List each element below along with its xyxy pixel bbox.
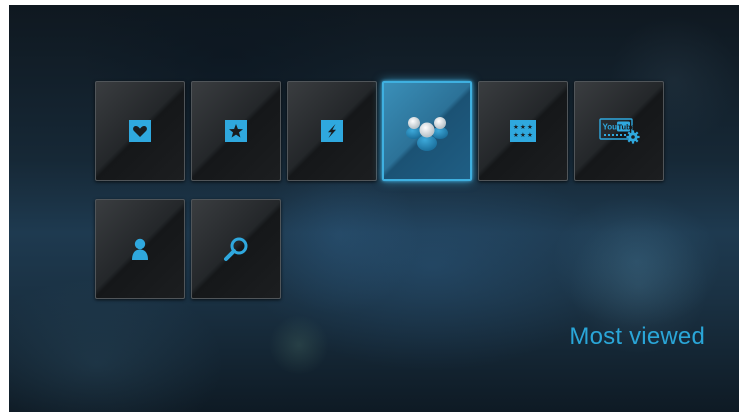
selected-item-label: Most viewed [569, 323, 705, 350]
svg-text:★: ★ [527, 123, 533, 131]
stars-grid-icon: ★ ★ ★ ★ ★ ★ [510, 120, 536, 142]
youtube-logo-you: You [603, 123, 618, 132]
background-bokeh [269, 315, 329, 375]
heart-icon [129, 120, 151, 142]
person-icon [132, 238, 148, 260]
svg-text:★: ★ [513, 123, 519, 131]
tile-featured[interactable] [191, 81, 281, 181]
users-group-icon [406, 117, 448, 151]
lightning-icon [321, 120, 343, 142]
star-icon [225, 120, 247, 142]
svg-text:★: ★ [520, 131, 526, 139]
tile-my-account[interactable] [95, 199, 185, 299]
tile-youtube-settings[interactable]: You Tube [574, 81, 664, 181]
youtube-menu-screen: ★ ★ ★ ★ ★ ★ You Tube Most viewed [9, 5, 739, 412]
tile-search[interactable] [191, 199, 281, 299]
search-icon [224, 237, 248, 261]
svg-text:★: ★ [520, 123, 526, 131]
tile-favorites[interactable] [95, 81, 185, 181]
tile-most-popular[interactable]: ★ ★ ★ ★ ★ ★ [478, 81, 568, 181]
tile-top-rated[interactable] [287, 81, 377, 181]
youtube-logo-tube: Tube [618, 123, 635, 132]
svg-text:★: ★ [527, 131, 533, 139]
tile-most-viewed[interactable] [382, 81, 472, 181]
youtube-gear-icon: You Tube [599, 118, 640, 144]
svg-text:★: ★ [513, 131, 519, 139]
